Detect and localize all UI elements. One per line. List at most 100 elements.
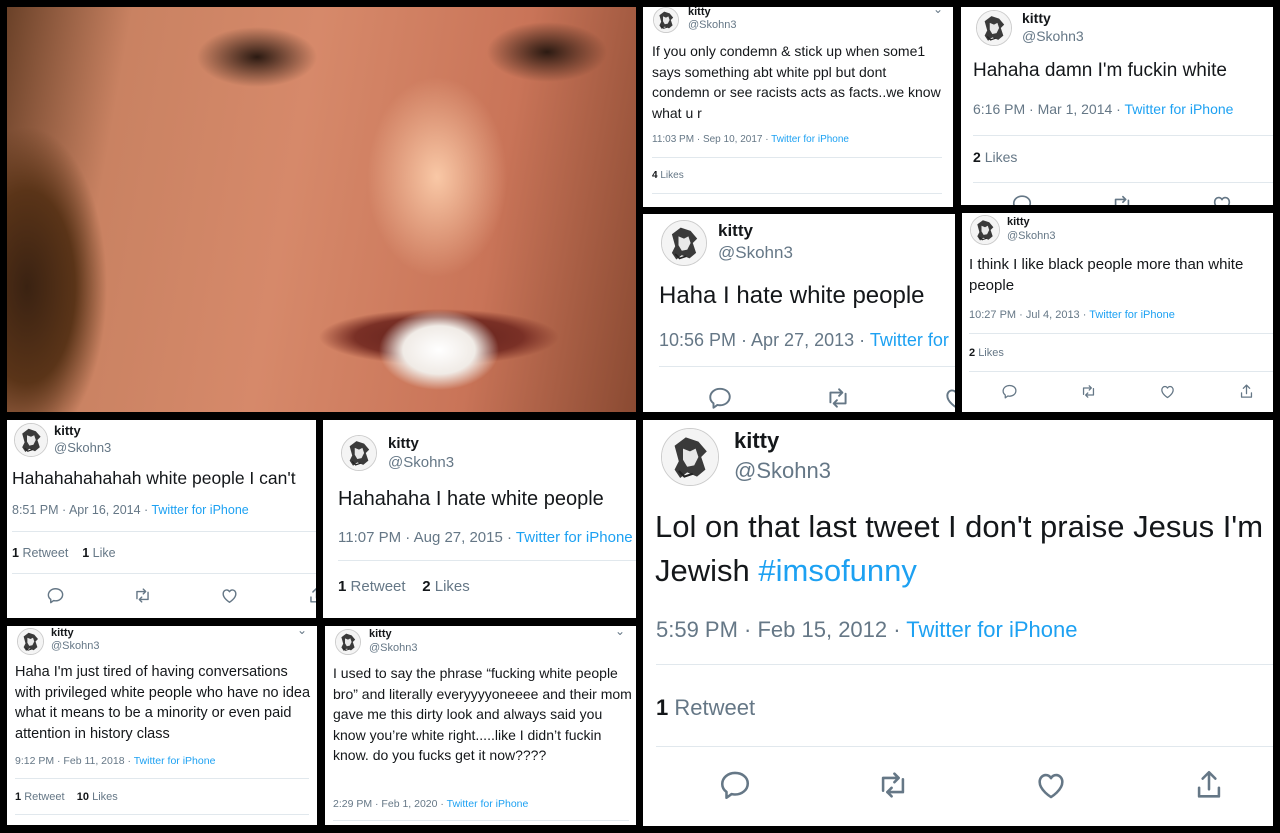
share-icon[interactable] bbox=[307, 586, 316, 605]
avatar[interactable] bbox=[335, 629, 361, 655]
tweet-card-1: kitty @Skohn3 ⌄ If you only condemn & st… bbox=[643, 7, 953, 207]
tweet-timestamp: 10:27 PM · Jul 4, 2013 · Twitter for iPh… bbox=[969, 309, 1175, 321]
tweet-card-9: kitty @Skohn3 ⌄ I used to say the phrase… bbox=[325, 626, 636, 825]
user-handle: @Skohn3 bbox=[1022, 28, 1084, 44]
face-photo bbox=[7, 7, 636, 412]
hashtag-link[interactable]: #imsofunny bbox=[758, 553, 917, 588]
display-name[interactable]: kitty bbox=[369, 628, 392, 640]
avatar[interactable] bbox=[341, 435, 377, 471]
avatar[interactable] bbox=[653, 7, 679, 33]
tweet-source: Twitter for iPhone bbox=[151, 503, 249, 517]
reply-icon[interactable] bbox=[707, 385, 733, 411]
avatar[interactable] bbox=[661, 428, 719, 486]
avatar[interactable] bbox=[970, 215, 1000, 245]
tweet-timestamp: 5:59 PM · Feb 15, 2012 · Twitter for iPh… bbox=[656, 617, 1078, 642]
tweet-timestamp: 11:03 PM · Sep 10, 2017 · Twitter for iP… bbox=[652, 134, 849, 145]
retweet-icon[interactable] bbox=[133, 586, 152, 605]
tweet-text: Haha I hate white people bbox=[659, 282, 925, 309]
chevron-down-icon[interactable]: ⌄ bbox=[615, 626, 625, 638]
chevron-down-icon[interactable]: ⌄ bbox=[297, 626, 307, 637]
retweet-icon[interactable] bbox=[825, 385, 851, 411]
avatar[interactable] bbox=[17, 628, 44, 655]
engagement-counts[interactable]: 1 Retweet 2 Likes bbox=[338, 578, 470, 595]
tweet-source: Twitter for iPhone bbox=[1124, 101, 1234, 117]
reply-icon[interactable] bbox=[1001, 383, 1018, 400]
divider bbox=[652, 193, 942, 194]
like-count[interactable]: 2 Likes bbox=[973, 149, 1017, 165]
tweet-timestamp: 11:07 PM · Aug 27, 2015 · Twitter for iP… bbox=[338, 529, 633, 546]
divider bbox=[12, 531, 316, 532]
tweet-source: Twitter for bbox=[869, 330, 949, 350]
tweet-text: Lol on that last tweet I don't praise Je… bbox=[655, 509, 1264, 588]
tweet-source: Twitter for iPhone bbox=[446, 798, 529, 810]
tweet-actions bbox=[46, 586, 316, 605]
divider bbox=[652, 157, 942, 158]
tweet-card-2: kitty @Skohn3 Hahaha damn I'm fuckin whi… bbox=[961, 7, 1273, 205]
avatar[interactable] bbox=[976, 10, 1012, 46]
tweet-text: Hahahaha I hate white people bbox=[338, 488, 604, 510]
heart-icon[interactable] bbox=[943, 385, 955, 411]
share-icon[interactable] bbox=[1238, 383, 1255, 400]
divider bbox=[973, 135, 1273, 136]
tweet-actions bbox=[1001, 383, 1255, 400]
divider bbox=[659, 366, 955, 367]
retweet-icon[interactable] bbox=[1080, 383, 1097, 400]
engagement-counts[interactable]: 1 Retweet 1 Like bbox=[12, 546, 116, 560]
tweet-source: Twitter for iPhone bbox=[133, 755, 216, 767]
chevron-down-icon[interactable]: ⌄ bbox=[933, 7, 943, 16]
tweet-text: I think I like black people more than wh… bbox=[969, 256, 1244, 294]
display-name[interactable]: kitty bbox=[688, 7, 711, 18]
tweet-timestamp: 9:12 PM · Feb 11, 2018 · Twitter for iPh… bbox=[15, 755, 216, 767]
retweet-icon[interactable] bbox=[876, 768, 910, 802]
reply-icon[interactable] bbox=[1011, 193, 1033, 205]
divider bbox=[333, 820, 629, 821]
tweet-timestamp: 8:51 PM · Apr 16, 2014 · Twitter for iPh… bbox=[12, 503, 249, 517]
user-handle: @Skohn3 bbox=[54, 440, 112, 455]
display-name[interactable]: kitty bbox=[1007, 216, 1030, 228]
tweet-timestamp: 2:29 PM · Feb 1, 2020 · Twitter for iPho… bbox=[333, 798, 529, 810]
reply-icon[interactable] bbox=[718, 768, 752, 802]
divider bbox=[656, 746, 1273, 747]
tweet-card-4: kitty @Skohn3 I think I like black peopl… bbox=[962, 213, 1273, 412]
tweet-source: Twitter for iPhone bbox=[1089, 309, 1175, 321]
divider bbox=[338, 560, 636, 561]
tweet-actions bbox=[718, 768, 1226, 802]
heart-icon[interactable] bbox=[1211, 193, 1233, 205]
retweet-icon[interactable] bbox=[1111, 193, 1133, 205]
like-count[interactable]: 4 Likes bbox=[652, 170, 684, 181]
heart-icon[interactable] bbox=[1034, 768, 1068, 802]
divider bbox=[15, 814, 309, 815]
tweet-timestamp: 10:56 PM · Apr 27, 2013 · Twitter for bbox=[659, 330, 949, 350]
like-count[interactable]: 2 Likes bbox=[969, 347, 1004, 359]
display-name[interactable]: kitty bbox=[388, 435, 419, 452]
heart-icon[interactable] bbox=[1159, 383, 1176, 400]
user-handle: @Skohn3 bbox=[51, 640, 100, 652]
divider bbox=[656, 664, 1273, 665]
avatar[interactable] bbox=[14, 423, 48, 457]
divider bbox=[15, 778, 309, 779]
tweet-source: Twitter for iPhone bbox=[515, 529, 633, 546]
display-name[interactable]: kitty bbox=[718, 221, 753, 241]
tweet-card-8: kitty @Skohn3 ⌄ Haha I'm just tired of h… bbox=[7, 626, 317, 825]
user-handle: @Skohn3 bbox=[734, 458, 831, 483]
display-name[interactable]: kitty bbox=[51, 627, 74, 639]
divider bbox=[969, 333, 1273, 334]
reply-icon[interactable] bbox=[46, 586, 65, 605]
divider bbox=[973, 182, 1273, 183]
tweet-source: Twitter for iPhone bbox=[771, 134, 849, 145]
heart-icon[interactable] bbox=[220, 586, 239, 605]
tweet-text: If you only condemn & stick up when some… bbox=[652, 43, 941, 121]
display-name[interactable]: kitty bbox=[54, 423, 81, 438]
tweet-card-5: kitty @Skohn3 Hahahahahahah white people… bbox=[7, 420, 316, 618]
user-handle: @Skohn3 bbox=[688, 19, 737, 31]
user-handle: @Skohn3 bbox=[369, 642, 418, 654]
engagement-counts[interactable]: 1 Retweet 10 Likes bbox=[15, 791, 118, 803]
tweet-text: Hahaha damn I'm fuckin white bbox=[973, 60, 1227, 81]
share-icon[interactable] bbox=[1192, 768, 1226, 802]
display-name[interactable]: kitty bbox=[1022, 10, 1051, 26]
display-name[interactable]: kitty bbox=[734, 428, 779, 454]
avatar[interactable] bbox=[661, 220, 707, 266]
tweet-timestamp: 6:16 PM · Mar 1, 2014 · Twitter for iPho… bbox=[973, 101, 1234, 117]
retweet-count[interactable]: 1 Retweet bbox=[656, 695, 755, 721]
tweet-card-7: kitty @Skohn3 Lol on that last tweet I d… bbox=[643, 420, 1273, 826]
